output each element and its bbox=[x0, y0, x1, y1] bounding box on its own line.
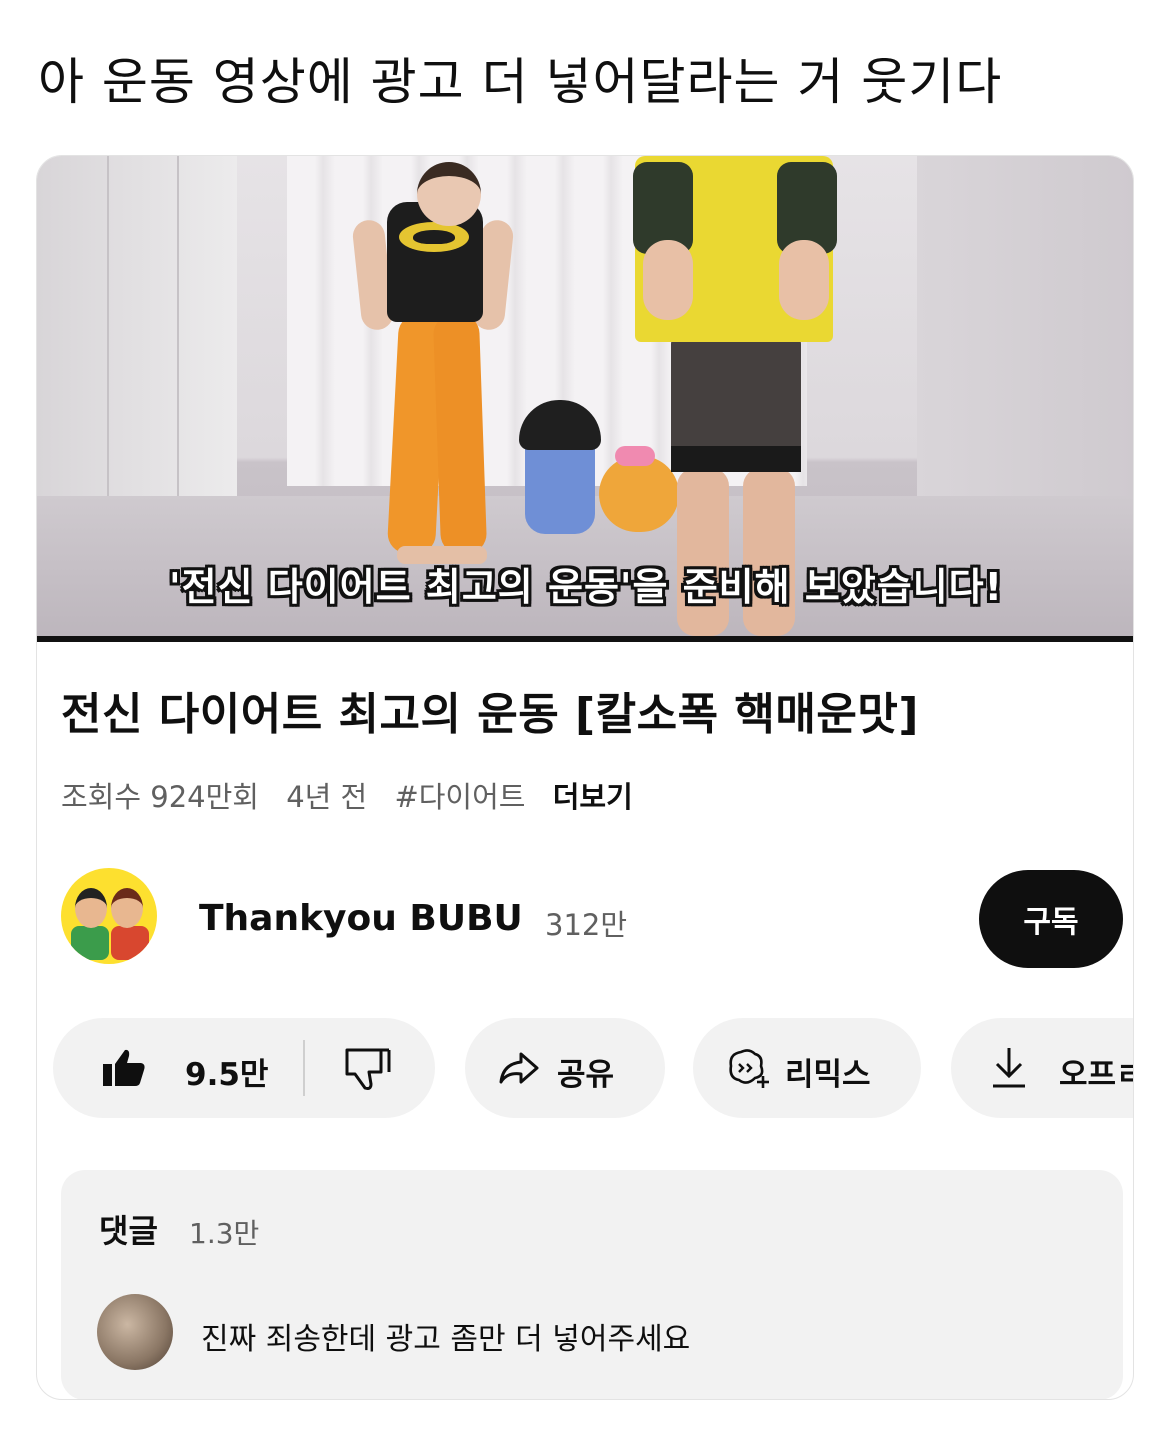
channel-avatar[interactable] bbox=[61, 868, 157, 964]
offline-button[interactable]: 오프ㄹ bbox=[951, 1018, 1133, 1118]
comments-count: 1.3만 bbox=[189, 1217, 260, 1250]
hashtag-link[interactable]: #다이어트 bbox=[394, 780, 525, 814]
remix-button[interactable]: 리믹스 bbox=[693, 1018, 921, 1118]
video-card: '전신 다이어트 최고의 운동'을 준비해 보았습니다! 전신 다이어트 최고의… bbox=[36, 155, 1134, 1400]
comments-section[interactable]: 댓글 1.3만 진짜 죄송한데 광고 좀만 더 넣어주세요 bbox=[61, 1170, 1123, 1399]
top-comment-text: 진짜 죄송한데 광고 좀만 더 넣어주세요 bbox=[201, 1322, 691, 1357]
video-meta[interactable]: 조회수 924만회 4년 전 #다이어트 더보기 bbox=[61, 774, 651, 816]
view-count: 조회수 924만회 bbox=[61, 780, 259, 814]
video-subtitle: '전신 다이어트 최고의 운동'을 준비해 보았습니다! bbox=[169, 565, 1003, 609]
action-bar: 9.5만 공유 리믹스 오프 bbox=[53, 1018, 1133, 1118]
like-count[interactable]: 9.5만 bbox=[185, 1049, 268, 1094]
man-figure bbox=[779, 240, 829, 320]
post-text: 아 운동 영상에 광고 더 넣어달라는 거 웃기다 bbox=[38, 53, 1003, 111]
woman-figure bbox=[417, 162, 481, 226]
channel-name[interactable]: Thankyou BUBU bbox=[199, 898, 523, 939]
share-label: 공유 bbox=[557, 1057, 615, 1093]
share-icon bbox=[497, 1050, 541, 1086]
subscribe-button[interactable]: 구독 bbox=[979, 870, 1123, 968]
man-figure bbox=[671, 446, 801, 472]
man-figure bbox=[643, 240, 693, 320]
plush-toy bbox=[615, 446, 655, 466]
plush-toy bbox=[599, 456, 679, 532]
video-thumbnail[interactable]: '전신 다이어트 최고의 운동'을 준비해 보았습니다! bbox=[37, 156, 1133, 642]
comments-header: 댓글 bbox=[99, 1212, 158, 1250]
share-button[interactable]: 공유 bbox=[465, 1018, 665, 1118]
video-title[interactable]: 전신 다이어트 최고의 운동 [칼소폭 핵매운맛] bbox=[61, 678, 919, 742]
subscriber-count: 312만 bbox=[545, 908, 628, 942]
plush-toy bbox=[519, 400, 601, 534]
like-dislike-pill: 9.5만 bbox=[53, 1018, 435, 1118]
thumbs-down-icon[interactable] bbox=[343, 1046, 393, 1092]
batman-logo bbox=[399, 222, 469, 252]
woman-figure bbox=[432, 313, 488, 555]
more-link[interactable]: 더보기 bbox=[553, 780, 633, 814]
commenter-avatar bbox=[97, 1294, 173, 1370]
remix-icon bbox=[725, 1046, 771, 1090]
offline-label: 오프ㄹ bbox=[1059, 1057, 1133, 1093]
download-icon bbox=[991, 1046, 1027, 1090]
progress-bar[interactable] bbox=[37, 636, 1133, 642]
remix-label: 리믹스 bbox=[785, 1057, 871, 1093]
thumbs-up-icon[interactable] bbox=[101, 1048, 147, 1088]
like-divider bbox=[303, 1040, 305, 1096]
upload-age: 4년 전 bbox=[286, 780, 368, 814]
